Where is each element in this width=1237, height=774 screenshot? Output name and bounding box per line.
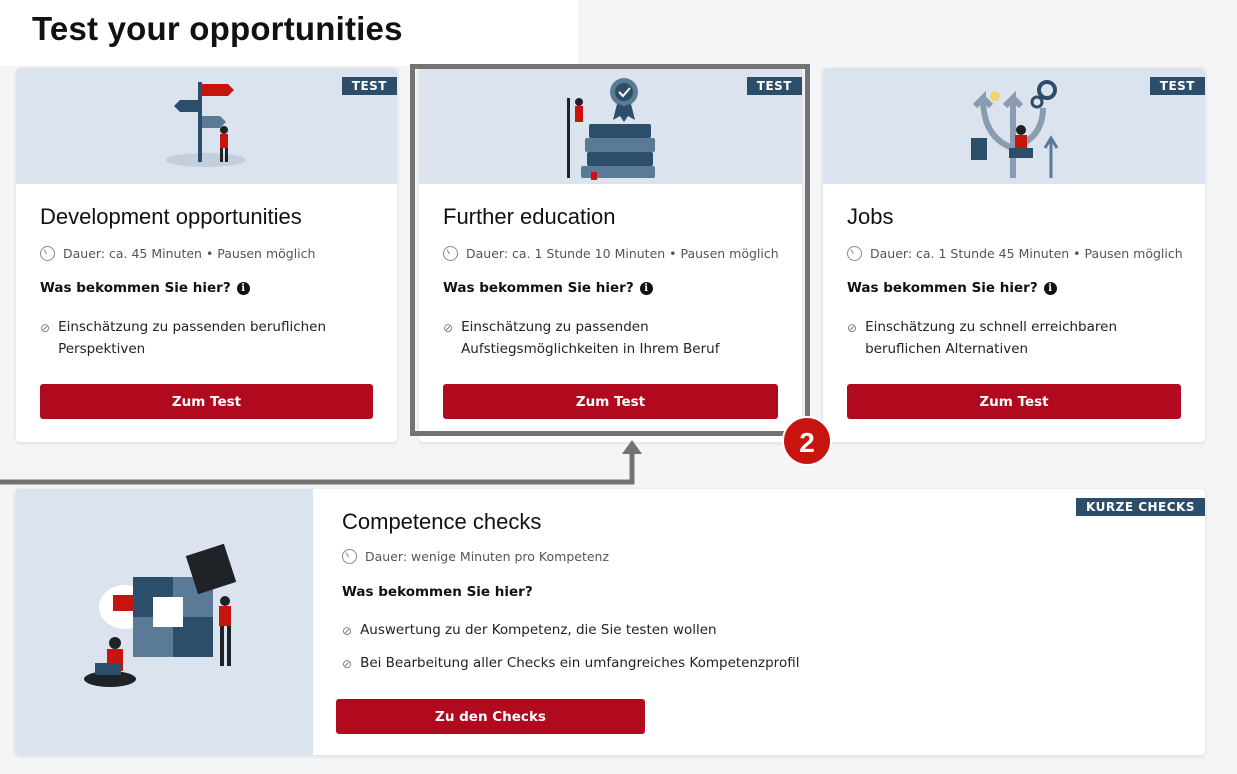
duration-text: Dauer: ca. 45 Minuten • Pausen möglich — [63, 246, 316, 261]
test-badge: TEST — [341, 77, 397, 95]
info-icon[interactable]: i — [639, 281, 653, 295]
check-circle-icon: ⊘ — [342, 657, 353, 671]
clock-icon — [40, 246, 55, 261]
what-you-get-label: Was bekommen Sie hier? — [847, 280, 1038, 296]
info-icon[interactable]: i — [236, 281, 250, 295]
benefit-text: Einschätzung zu passenden Aufstiegsmöglic… — [461, 319, 720, 357]
what-you-get-heading: Was bekommen Sie hier? i — [443, 280, 653, 296]
duration: Dauer: ca. 1 Stunde 45 Minuten • Pausen … — [847, 246, 1183, 261]
benefit-item: ⊘ Auswertung zu der Kompetenz, die Sie t… — [342, 619, 1042, 642]
step-marker: 2 — [782, 416, 832, 466]
duration-text: Dauer: ca. 1 Stunde 45 Minuten • Pausen … — [870, 246, 1183, 261]
benefit-text: Auswertung zu der Kompetenz, die Sie tes… — [360, 622, 717, 638]
info-icon[interactable]: i — [1043, 281, 1057, 295]
zu-den-checks-button[interactable]: Zu den Checks — [336, 699, 645, 734]
card-competence-checks: KURZE CHECKS Competence checks Dauer: we… — [15, 489, 1205, 755]
books-award-illustration-icon — [567, 78, 655, 180]
benefit-item: ⊘ Bei Bearbeitung aller Checks ein umfan… — [342, 652, 1042, 675]
check-circle-icon: ⊘ — [342, 624, 353, 638]
test-badge: TEST — [746, 77, 802, 95]
what-you-get-label: Was bekommen Sie hier? — [40, 280, 231, 296]
card-development-opportunities: TEST Development opportunities Dauer: ca… — [16, 68, 397, 442]
card-title: Further education — [443, 204, 616, 229]
card-title: Development opportunities — [40, 204, 302, 229]
card-further-education: TEST Further education Dauer: ca. 1 Stun… — [419, 68, 802, 442]
clock-icon — [847, 246, 862, 261]
career-paths-illustration-icon — [971, 80, 1059, 178]
zum-test-button[interactable]: Zum Test — [40, 384, 373, 419]
benefit-item: ⊘ Einschätzung zu passenden beruflichen P… — [40, 316, 350, 360]
duration-text: Dauer: ca. 1 Stunde 10 Minuten • Pausen … — [466, 246, 779, 261]
puzzle-illustration-icon — [84, 543, 237, 687]
illustration-paths: TEST — [823, 68, 1205, 184]
card-title: Jobs — [847, 204, 894, 229]
illustration-books: TEST — [419, 68, 802, 184]
zum-test-button[interactable]: Zum Test — [847, 384, 1181, 419]
test-badge: TEST — [1149, 77, 1205, 95]
what-you-get-label: Was bekommen Sie hier? — [342, 584, 533, 600]
what-you-get-heading: Was bekommen Sie hier? i — [847, 280, 1057, 296]
benefit-item: ⊘ Einschätzung zu schnell erreichbaren be… — [847, 316, 1157, 360]
benefit-text: Einschätzung zu schnell erreichbaren beru… — [865, 319, 1118, 357]
duration: Dauer: ca. 1 Stunde 10 Minuten • Pausen … — [443, 246, 779, 261]
what-you-get-heading: Was bekommen Sie hier? i — [40, 280, 250, 296]
check-circle-icon: ⊘ — [847, 321, 858, 335]
clock-icon — [443, 246, 458, 261]
duration: Dauer: wenige Minuten pro Kompetenz — [342, 549, 609, 564]
benefit-text: Bei Bearbeitung aller Checks ein umfangr… — [360, 655, 800, 671]
card-jobs: TEST Jobs Dauer: ca. 1 Stunde 45 Minuten… — [823, 68, 1205, 442]
clock-icon — [342, 549, 357, 564]
zum-test-button[interactable]: Zum Test — [443, 384, 778, 419]
kurze-checks-badge: KURZE CHECKS — [1076, 498, 1205, 516]
what-you-get-label: Was bekommen Sie hier? — [443, 280, 634, 296]
benefit-item: ⊘ Einschätzung zu passenden Aufstiegsmögl… — [443, 316, 753, 360]
check-circle-icon: ⊘ — [40, 321, 51, 335]
illustration-puzzle — [15, 489, 313, 755]
card-title: Competence checks — [342, 509, 542, 534]
check-circle-icon: ⊘ — [443, 321, 454, 335]
illustration-signpost: TEST — [16, 68, 397, 184]
signpost-illustration-icon — [166, 82, 246, 167]
what-you-get-heading: Was bekommen Sie hier? — [342, 584, 533, 600]
duration: Dauer: ca. 45 Minuten • Pausen möglich — [40, 246, 315, 261]
page-title: Test your opportunities — [32, 10, 403, 47]
benefit-text: Einschätzung zu passenden beruflichen Per… — [58, 319, 327, 357]
duration-text: Dauer: wenige Minuten pro Kompetenz — [365, 549, 610, 564]
